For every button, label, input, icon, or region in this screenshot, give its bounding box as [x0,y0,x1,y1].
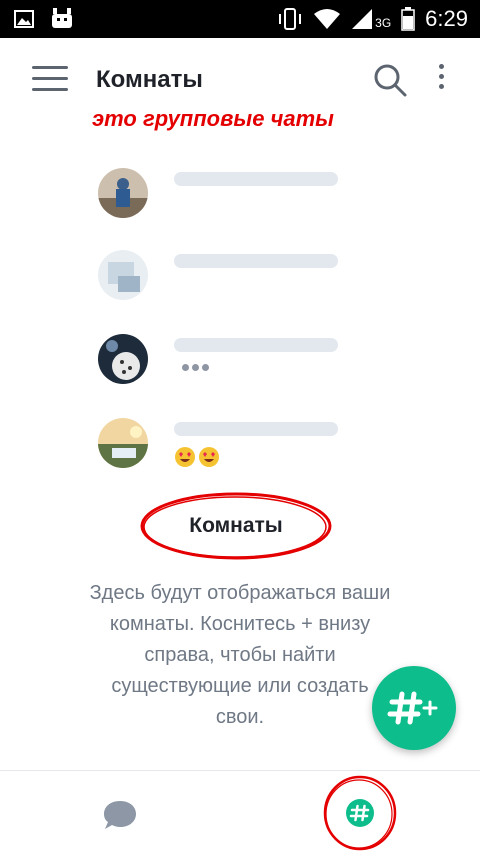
empty-state-line: существующие или создать [111,675,369,697]
typing-dots-icon [182,364,209,371]
search-icon[interactable] [372,62,408,98]
chat-bubble-icon[interactable] [100,795,140,835]
heart-eyes-emoji-icon [175,447,195,467]
battery-icon [401,7,415,31]
room-placeholder-item [98,250,418,310]
placeholder-bar [174,172,338,186]
empty-state-title-wrap: Комнаты [138,490,334,562]
room-placeholder-item [98,418,418,478]
create-room-fab[interactable] [372,666,456,750]
signal-icon [352,9,373,29]
wifi-icon [314,9,341,29]
empty-state-line: свои. [215,706,265,728]
room-placeholder-item [98,334,418,394]
avatar [98,250,148,300]
tab-rooms[interactable] [322,771,398,855]
empty-state-description: Здесь будут отображаться ваши комнаты. К… [60,578,420,733]
annotation-group-chats: это групповые чаты [92,106,334,131]
avatar [98,418,148,468]
page-title: Комнаты [96,66,203,93]
status-bar: 3G 6:29 [0,0,480,38]
placeholder-bar [174,338,338,352]
clock: 6:29 [425,6,468,31]
room-placeholder-item [98,168,418,228]
image-icon [14,10,34,28]
more-vert-icon[interactable] [434,64,448,98]
heart-eyes-emoji-icon [199,447,219,467]
android-icon [52,8,72,28]
bottom-navigation [0,770,480,855]
empty-state-line: Здесь будут отображаться ваши [89,582,391,604]
heart-eyes-emojis [174,446,220,468]
avatar [98,168,148,218]
empty-state-title: Комнаты [189,514,283,537]
empty-state-line: комнаты. Коснитесь + внизу [109,613,371,635]
placeholder-bar [174,422,338,436]
vibrate-icon [279,8,302,30]
empty-state-line: справа, чтобы найти [144,644,336,666]
placeholder-bar [174,254,338,268]
avatar [98,334,148,384]
network-type: 3G [375,16,392,30]
hash-plus-icon [387,691,438,725]
rooms-tab-annotation [323,775,397,851]
menu-icon[interactable] [32,66,68,94]
